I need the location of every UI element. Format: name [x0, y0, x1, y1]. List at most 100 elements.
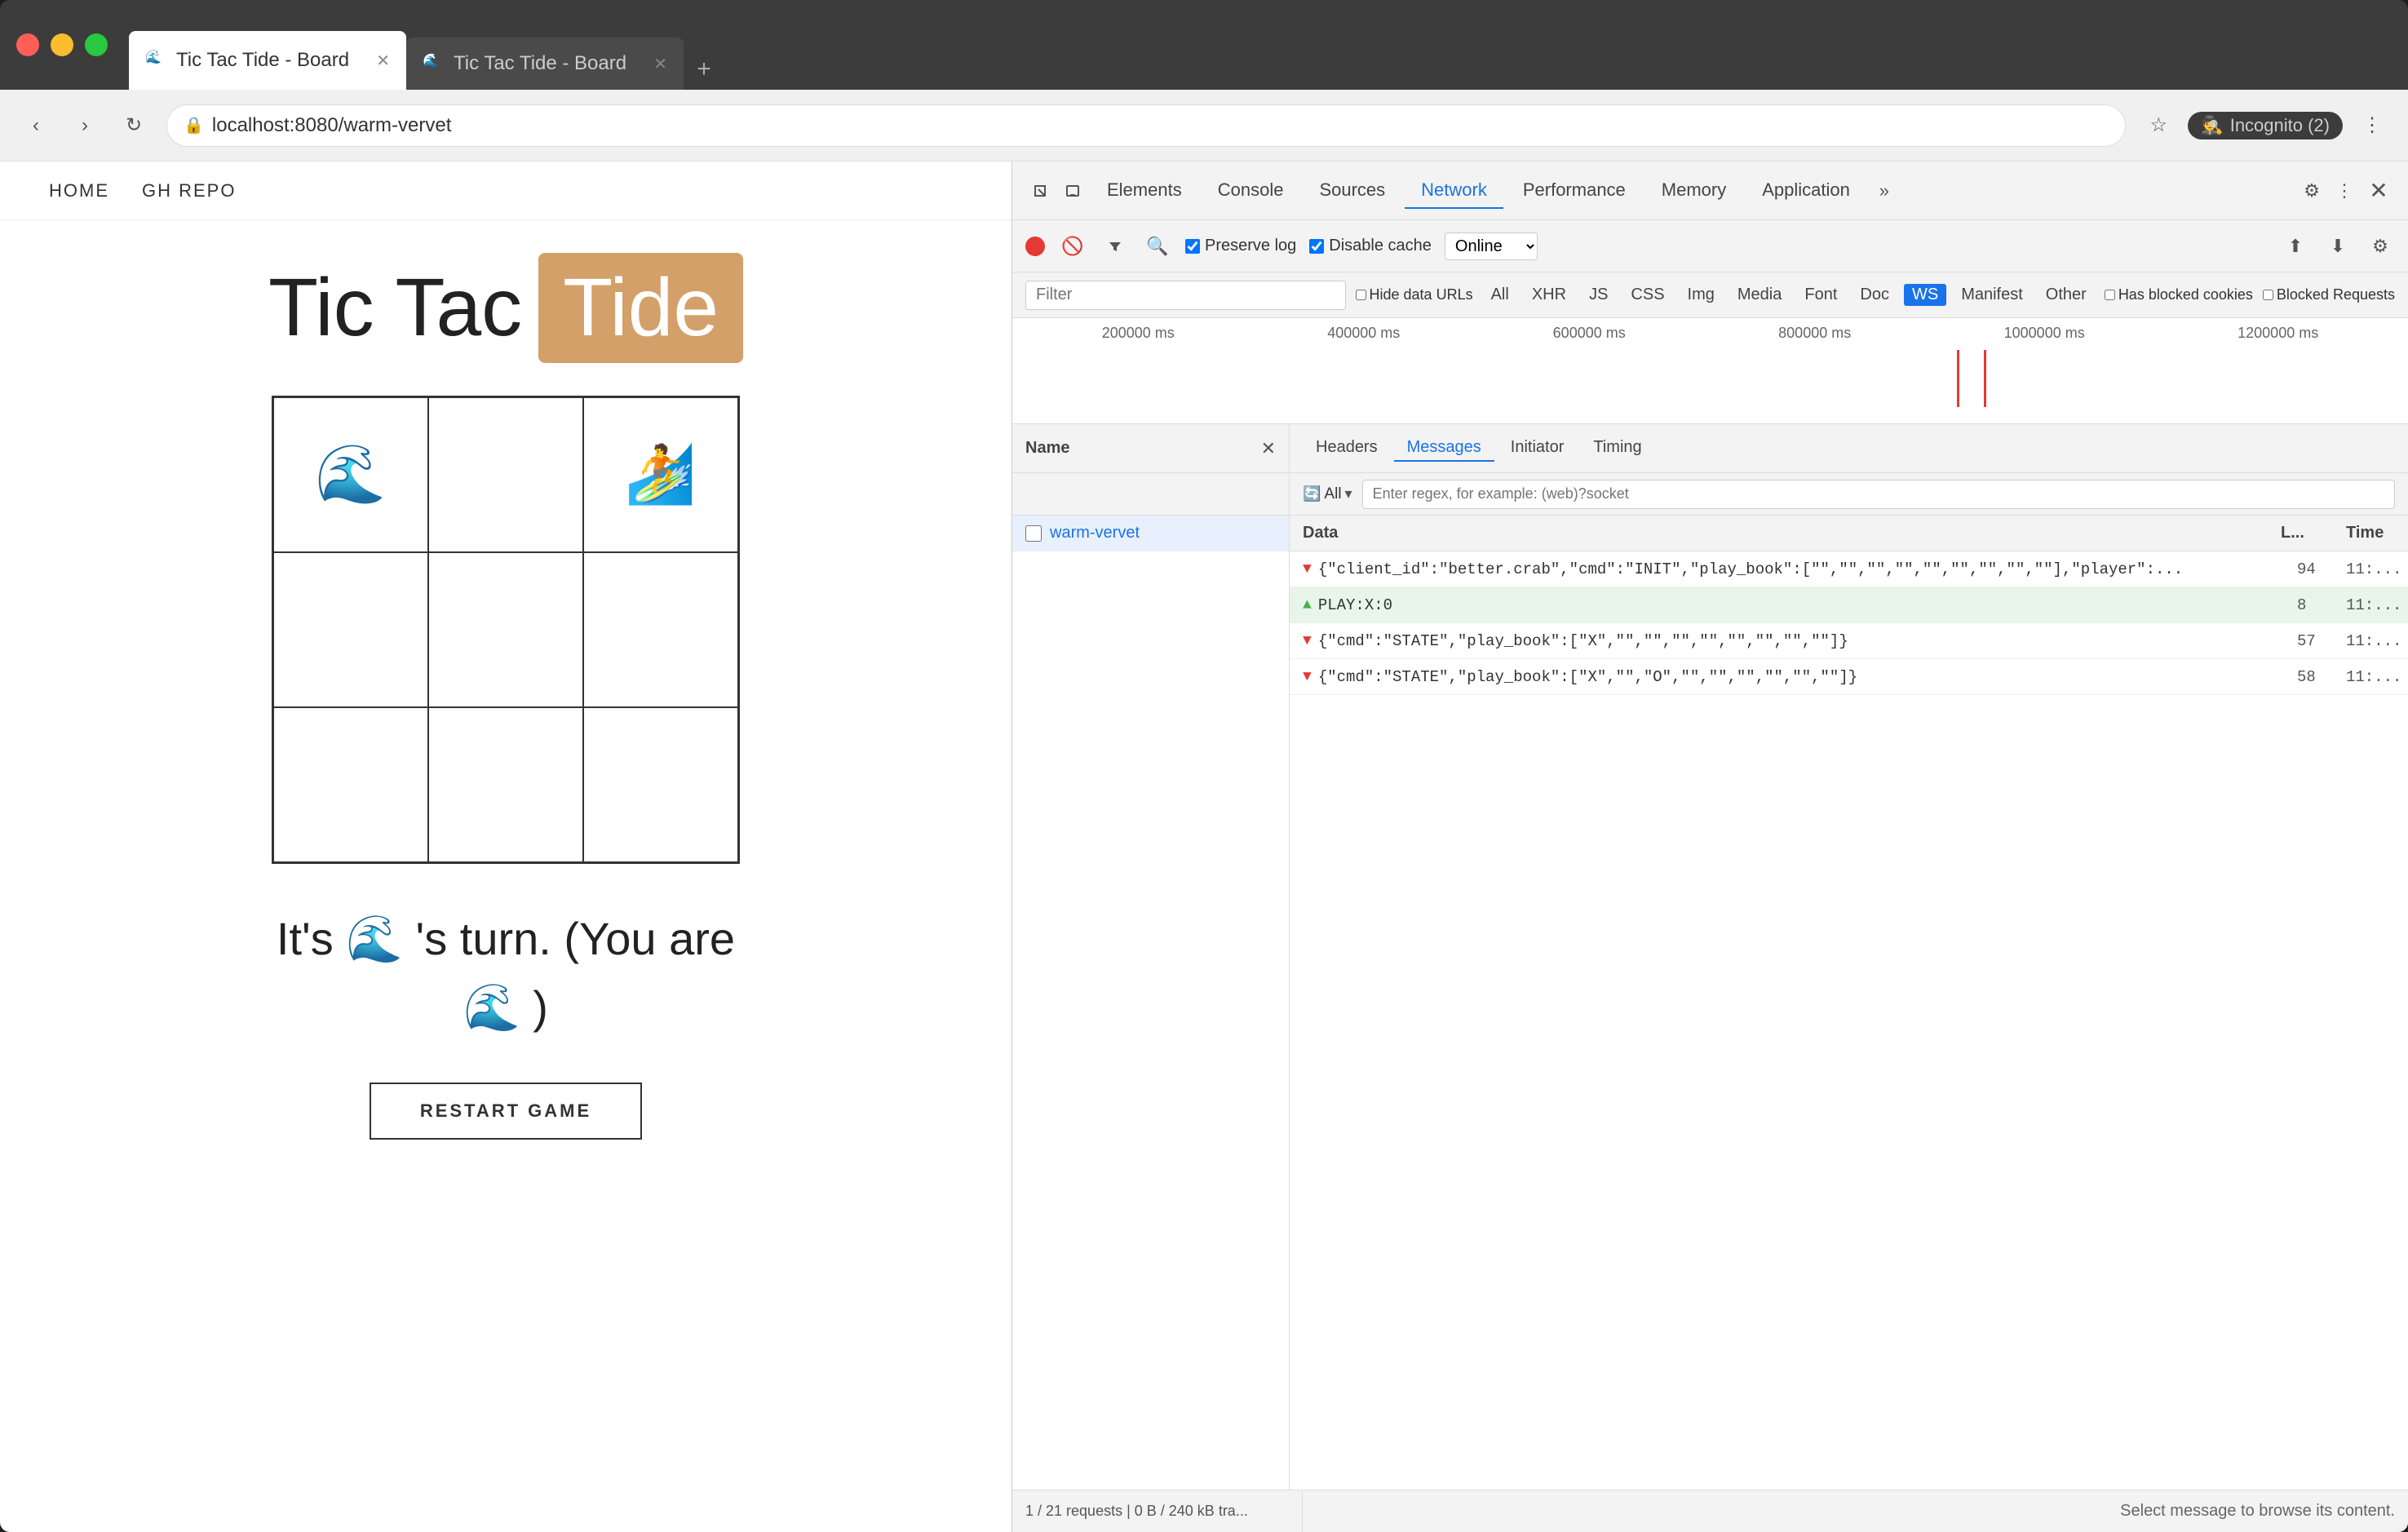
filter-input[interactable] — [1025, 281, 1346, 310]
title-bar: 🌊 Tic Tac Tide - Board ✕ 🌊 Tic Tac Tide … — [0, 0, 2408, 90]
tab-timing[interactable]: Timing — [1580, 435, 1654, 462]
cell-0-0[interactable]: 🌊 — [273, 397, 428, 552]
traffic-light-green[interactable] — [85, 33, 108, 56]
restart-button[interactable]: RESTART GAME — [370, 1083, 642, 1140]
blocked-cookies-checkbox[interactable] — [2105, 290, 2115, 300]
status-requests-text: 1 / 21 requests | 0 B / 240 kB tra... — [1025, 1503, 1248, 1520]
request-row-checkbox[interactable] — [1025, 525, 1042, 542]
receive-arrow-3: ▼ — [1303, 669, 1312, 685]
filter-other[interactable]: Other — [2038, 284, 2095, 306]
tab-initiator[interactable]: Initiator — [1498, 435, 1578, 462]
message-row-1[interactable]: ▲ PLAY:X:0 8 11:... — [1290, 587, 2408, 623]
download-har-icon[interactable]: ⬇ — [2323, 232, 2353, 261]
cell-1-0[interactable] — [273, 552, 428, 707]
tab-performance[interactable]: Performance — [1507, 173, 1642, 209]
filter-img[interactable]: Img — [1680, 284, 1723, 306]
tab-close-inactive[interactable]: ✕ — [653, 54, 667, 74]
message-rows: ▼ {"client_id":"better.crab","cmd":"INIT… — [1290, 551, 2408, 1490]
browser-window: 🌊 Tic Tac Tide - Board ✕ 🌊 Tic Tac Tide … — [0, 0, 2408, 1532]
blocked-cookies-text: Has blocked cookies — [2118, 286, 2253, 303]
preserve-log-checkbox[interactable] — [1185, 239, 1200, 254]
hide-data-urls-checkbox[interactable] — [1356, 290, 1366, 300]
hide-data-urls-label[interactable]: Hide data URLs — [1356, 286, 1473, 303]
disable-cache-checkbox[interactable] — [1309, 239, 1324, 254]
message-row-3[interactable]: ▼ {"cmd":"STATE","play_book":["X","","O"… — [1290, 659, 2408, 695]
bookmark-button[interactable]: ☆ — [2142, 109, 2175, 142]
traffic-light-red[interactable] — [16, 33, 39, 56]
incognito-label: Incognito (2) — [2230, 115, 2330, 136]
devtools-more-icon[interactable]: ⋮ — [2330, 176, 2359, 206]
filter-ws[interactable]: WS — [1904, 284, 1946, 306]
blocked-requests-label[interactable]: Blocked Requests — [2263, 286, 2395, 303]
throttle-select[interactable]: Online Offline Slow 3G Fast 3G — [1445, 232, 1538, 260]
message-row-0[interactable]: ▼ {"client_id":"better.crab","cmd":"INIT… — [1290, 551, 2408, 587]
preserve-log-label[interactable]: Preserve log — [1185, 237, 1296, 255]
blocked-cookies-label[interactable]: Has blocked cookies — [2105, 286, 2253, 303]
tab-console[interactable]: Console — [1202, 173, 1300, 209]
tab-active[interactable]: 🌊 Tic Tac Tide - Board ✕ — [129, 31, 406, 90]
device-icon[interactable] — [1058, 176, 1087, 206]
nav-gh-repo[interactable]: GH REPO — [142, 180, 236, 201]
filter-js[interactable]: JS — [1581, 284, 1616, 306]
address-bar[interactable]: 🔒 localhost:8080/warm-vervet — [166, 104, 2126, 147]
search-button[interactable]: 🔍 — [1143, 232, 1172, 261]
timeline: 200000 ms 400000 ms 600000 ms 800000 ms … — [1012, 318, 2408, 424]
tab-close-active[interactable]: ✕ — [376, 51, 390, 71]
clear-button[interactable]: 🚫 — [1058, 232, 1087, 261]
devtools-close-button[interactable]: ✕ — [2362, 175, 2395, 207]
filter-xhr[interactable]: XHR — [1524, 284, 1574, 306]
forward-button[interactable]: › — [69, 109, 101, 142]
msg-data-3: {"cmd":"STATE","play_book":["X","","O","… — [1318, 668, 2297, 686]
tab-application[interactable]: Application — [1746, 173, 1866, 209]
blocked-requests-checkbox[interactable] — [2263, 290, 2273, 300]
timeline-marker-1 — [1957, 350, 1959, 407]
more-tabs-icon[interactable]: » — [1870, 176, 1899, 206]
tab-headers[interactable]: Headers — [1303, 435, 1391, 462]
new-tab-button[interactable]: + — [684, 49, 724, 90]
record-button[interactable] — [1025, 237, 1045, 256]
nav-home[interactable]: HOME — [49, 180, 109, 201]
message-row-2[interactable]: ▼ {"cmd":"STATE","play_book":["X","","",… — [1290, 623, 2408, 659]
disable-cache-label[interactable]: Disable cache — [1309, 237, 1432, 255]
filter-manifest[interactable]: Manifest — [1953, 284, 2031, 306]
filter-media[interactable]: Media — [1729, 284, 1790, 306]
traffic-light-yellow[interactable] — [51, 33, 73, 56]
tab-sources[interactable]: Sources — [1303, 173, 1401, 209]
cell-2-1[interactable] — [428, 707, 583, 862]
main-area: HOME GH REPO Tic Tac Tide 🌊 🏄 — [0, 162, 2408, 1532]
cell-0-1[interactable] — [428, 397, 583, 552]
cell-0-2[interactable]: 🏄 — [583, 397, 738, 552]
tab-messages[interactable]: Messages — [1394, 435, 1494, 462]
col-time-header: Time — [2346, 524, 2395, 542]
wave-piece: 🌊 — [315, 441, 386, 508]
inspect-icon[interactable] — [1025, 176, 1055, 206]
tab-elements[interactable]: Elements — [1091, 173, 1198, 209]
devtools-settings-icon[interactable]: ⚙ — [2297, 176, 2326, 206]
direction-dropdown[interactable]: ▾ — [1345, 485, 1352, 503]
request-row-warm-vervet[interactable]: warm-vervet — [1012, 516, 1289, 551]
filter-font[interactable]: Font — [1796, 284, 1845, 306]
messages-filter-input[interactable] — [1362, 480, 2395, 509]
filter-doc[interactable]: Doc — [1852, 284, 1897, 306]
cell-2-2[interactable] — [583, 707, 738, 862]
cell-1-1[interactable] — [428, 552, 583, 707]
panel-right: Headers Messages Initiator Timing — [1290, 424, 2408, 472]
status-line1: It's 🌊 's turn. (You are — [277, 913, 735, 964]
more-button[interactable]: ⋮ — [2356, 109, 2388, 142]
network-settings-icon[interactable]: ⚙ — [2366, 232, 2395, 261]
cell-1-2[interactable] — [583, 552, 738, 707]
col-data-header: Data — [1303, 524, 2264, 542]
upload-har-icon[interactable]: ⬆ — [2281, 232, 2310, 261]
tab-inactive[interactable]: 🌊 Tic Tac Tide - Board ✕ — [406, 38, 684, 90]
cell-2-0[interactable] — [273, 707, 428, 862]
back-button[interactable]: ‹ — [20, 109, 52, 142]
close-panel-button[interactable]: ✕ — [1261, 438, 1276, 459]
surfboard-piece: 🏄 — [625, 441, 696, 508]
website-content: HOME GH REPO Tic Tac Tide 🌊 🏄 — [0, 162, 1011, 1532]
refresh-button[interactable]: ↻ — [117, 109, 150, 142]
filter-button[interactable] — [1100, 232, 1130, 261]
tab-memory[interactable]: Memory — [1645, 173, 1742, 209]
filter-css[interactable]: CSS — [1622, 284, 1672, 306]
tab-network[interactable]: Network — [1405, 173, 1503, 209]
filter-all[interactable]: All — [1483, 284, 1517, 306]
